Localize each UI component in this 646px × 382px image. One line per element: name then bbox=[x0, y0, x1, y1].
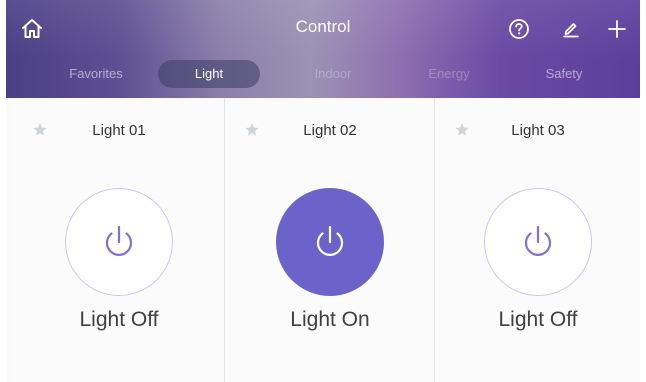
power-toggle-button[interactable] bbox=[276, 188, 384, 296]
help-icon bbox=[509, 19, 529, 39]
device-name: Light 01 bbox=[92, 122, 146, 139]
device-name: Light 02 bbox=[303, 122, 357, 139]
device-status: Light Off bbox=[79, 308, 159, 331]
device-card-light-01[interactable]: Light 01 Light Off bbox=[14, 98, 224, 382]
device-status: Light On bbox=[290, 308, 370, 331]
tab-favorites[interactable]: Favorites bbox=[46, 60, 146, 88]
edit-button[interactable] bbox=[557, 15, 585, 43]
app: Control Favorites Light Indoor Energy Sa… bbox=[0, 0, 646, 382]
device-grid: Light 01 Light Off Light 02 Light On Lig… bbox=[6, 98, 640, 382]
device-name: Light 03 bbox=[511, 122, 565, 139]
tab-indoor[interactable]: Indoor bbox=[283, 60, 383, 88]
add-button[interactable] bbox=[603, 15, 631, 43]
tab-energy[interactable]: Energy bbox=[399, 60, 499, 88]
tab-bar: Favorites Light Indoor Energy Safety bbox=[6, 60, 640, 90]
power-icon bbox=[316, 225, 344, 256]
add-icon bbox=[608, 20, 626, 38]
tab-safety[interactable]: Safety bbox=[514, 60, 614, 88]
power-icon bbox=[105, 225, 133, 256]
device-card-light-03[interactable]: Light 03 Light Off bbox=[436, 98, 640, 382]
page-title: Control bbox=[295, 17, 351, 36]
edit-icon bbox=[563, 23, 579, 38]
device-card-light-02[interactable]: Light 02 Light On bbox=[226, 98, 434, 382]
power-toggle-button[interactable] bbox=[484, 188, 592, 296]
power-icon bbox=[524, 225, 552, 256]
header: Control Favorites Light Indoor Energy Sa… bbox=[6, 0, 640, 98]
power-toggle-button[interactable] bbox=[65, 188, 173, 296]
tab-light[interactable]: Light bbox=[158, 60, 260, 88]
help-button[interactable] bbox=[505, 15, 533, 43]
device-status: Light Off bbox=[498, 308, 578, 331]
card-divider bbox=[434, 98, 435, 382]
card-divider bbox=[224, 98, 225, 382]
